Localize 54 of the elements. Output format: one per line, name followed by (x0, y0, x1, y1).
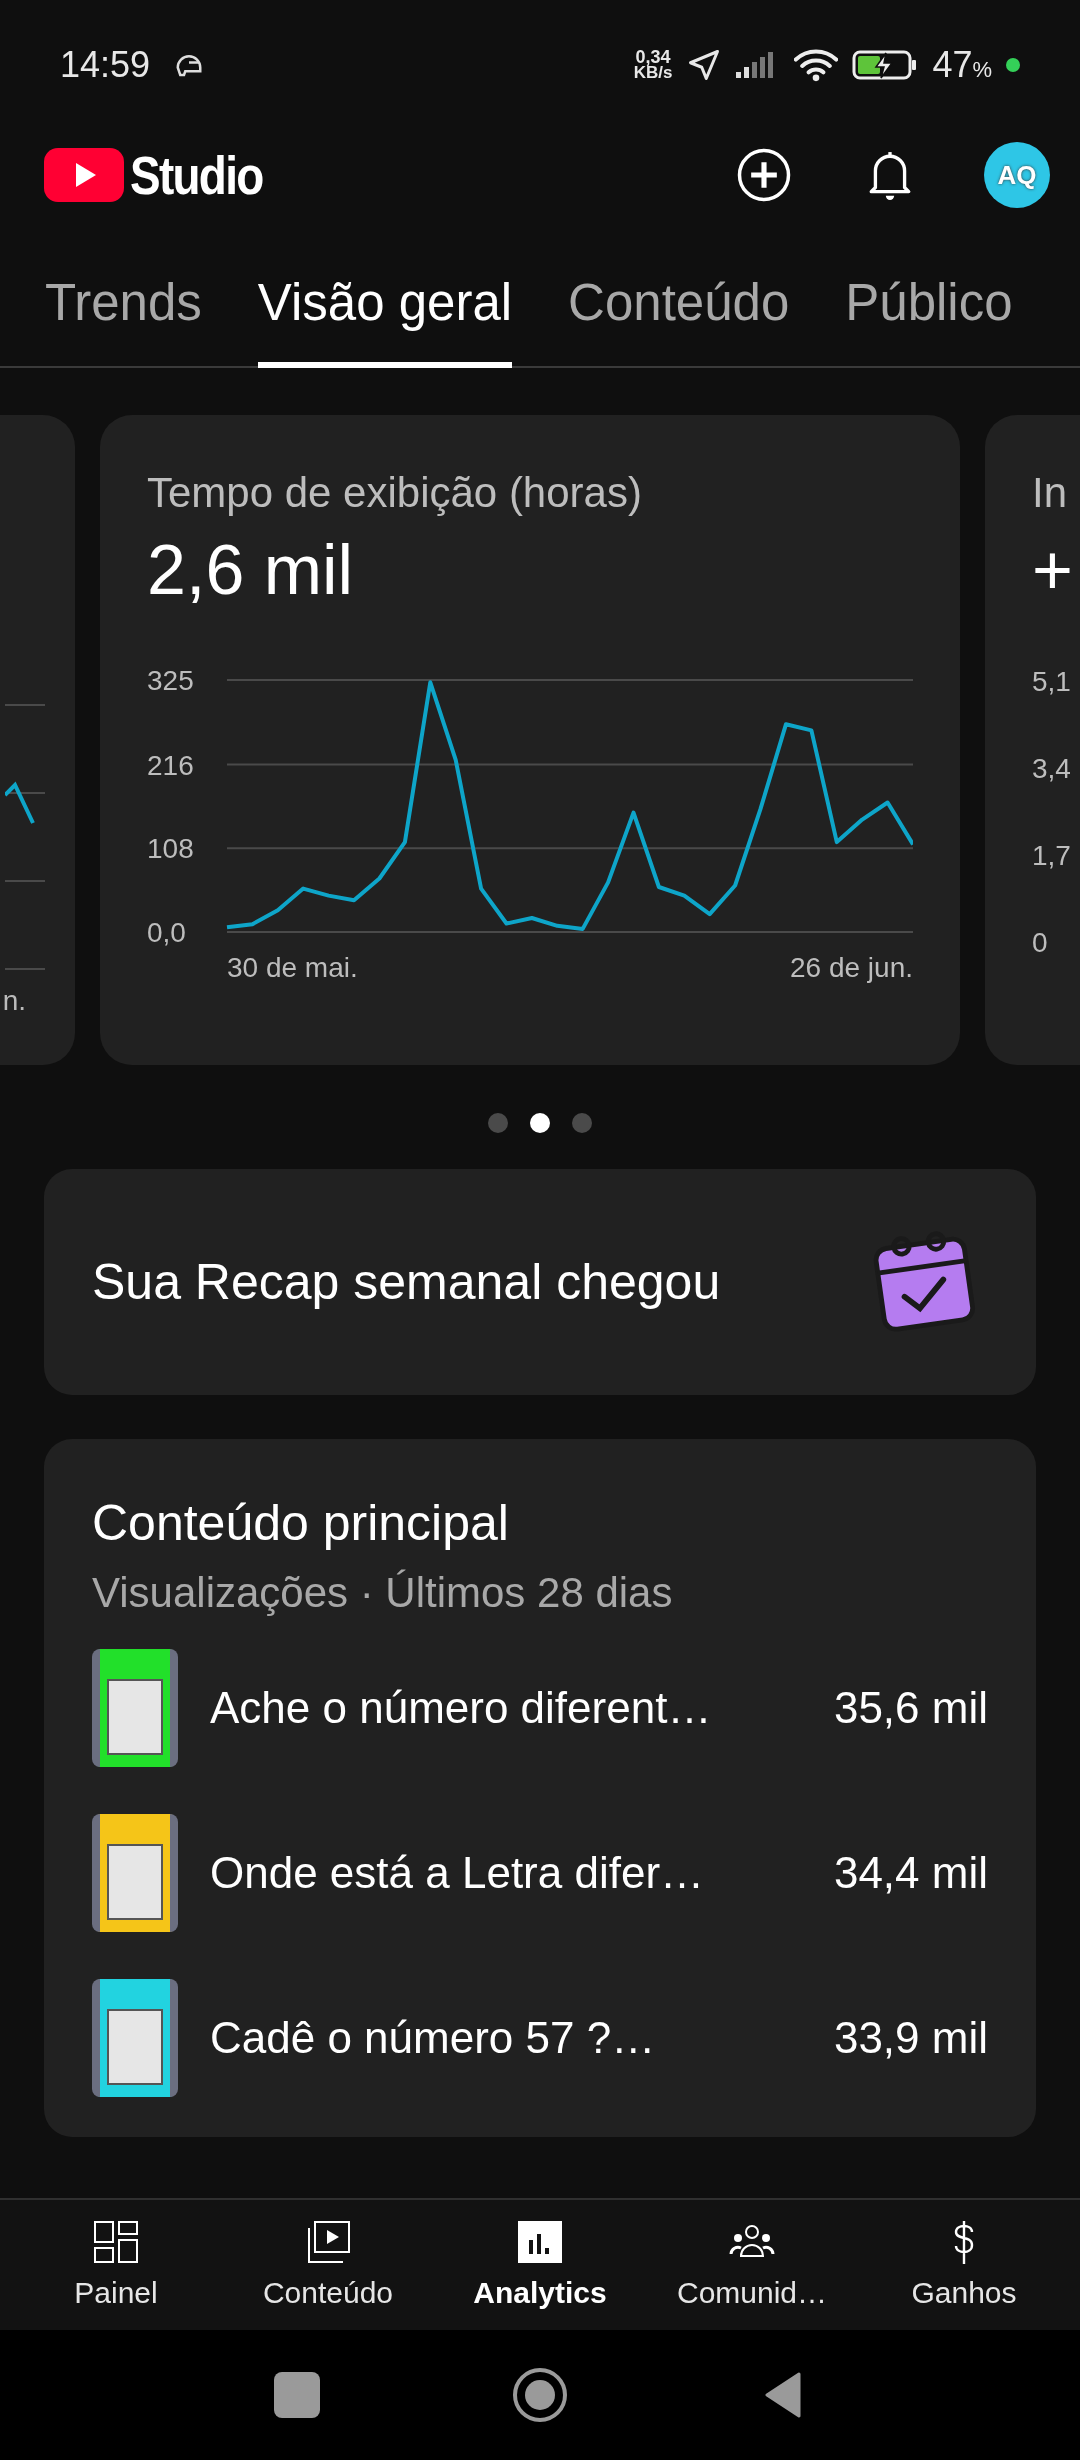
y-axis-label: 3,4 (1032, 752, 1071, 785)
section-title: Conteúdo principal (92, 1494, 510, 1553)
video-title: Ache o número diferent… (210, 1682, 713, 1734)
wifi-icon (794, 48, 839, 82)
y-axis-label: 0 (1032, 926, 1048, 959)
tab[interactable]: Trends (45, 240, 202, 366)
tab[interactable]: Conteúdo (568, 240, 790, 366)
y-axis-label: 216 (147, 749, 194, 781)
y-axis-label: 108 (147, 833, 194, 865)
nav-tab[interactable]: Ganhos (864, 2220, 1064, 2310)
video-title: Cadê o número 57 ?… (210, 2012, 657, 2064)
battery-charging-icon (852, 48, 919, 82)
tab[interactable]: Público (845, 240, 1013, 366)
view-count: 33,9 mil (833, 2012, 988, 2064)
home-circle-icon (512, 2367, 568, 2423)
nav-tab[interactable]: Painel (16, 2220, 216, 2310)
stat-card[interactable]: n. (0, 415, 75, 1065)
card-value: + (1032, 530, 1073, 611)
battery-percent: 47 (932, 43, 973, 87)
percent-sign: % (972, 56, 992, 84)
speed-unit: KB/s (633, 65, 673, 81)
stat-card[interactable]: In + 5,1 3,4 1,7 0 (985, 415, 1080, 1065)
plus-circle-icon (736, 147, 792, 203)
section-subtitle: Visualizações · Últimos 28 dias (92, 1568, 674, 1618)
card-value: 2,6 mil (147, 530, 355, 611)
video-row[interactable]: Ache o número diferent… 35,6 mil (92, 1649, 988, 1767)
nav-tab[interactable]: Analytics (440, 2220, 640, 2310)
x-axis-label: 30 de mai. (227, 952, 358, 983)
tab[interactable]: Visão geral (257, 240, 513, 366)
y-axis-label: 1,7 (1032, 839, 1071, 872)
back-triangle-icon (763, 2372, 803, 2418)
video-row[interactable]: Onde está a Letra difer… 34,4 mil (92, 1814, 988, 1932)
recap-text: Sua Recap semanal chegou (92, 1252, 721, 1312)
view-count: 34,4 mil (833, 1847, 988, 1899)
nav-tab[interactable]: Comunid… (652, 2220, 852, 2310)
x-axis-label: 26 de jun. (790, 952, 913, 983)
logo-text: Studio (130, 148, 263, 202)
recap-card[interactable]: Sua Recap semanal chegou (44, 1169, 1036, 1395)
home-button[interactable] (510, 2365, 570, 2425)
axis-label: n. (2, 984, 26, 1018)
view-count: 35,6 mil (833, 1682, 988, 1734)
nav-tab[interactable]: Conteúdo (228, 2220, 428, 2310)
video-title: Onde está a Letra difer… (210, 1847, 706, 1899)
play-logo-icon (44, 148, 124, 202)
video-row[interactable]: Cadê o número 57 ?… 33,9 mil (92, 1979, 988, 2097)
card-title: In (1032, 468, 1068, 518)
y-axis-label: 5,1 (1032, 665, 1071, 698)
recents-button[interactable] (274, 2372, 320, 2418)
clock-time: 14:59 (60, 43, 151, 87)
card-title: Tempo de exibição (horas) (147, 468, 643, 518)
stat-card[interactable]: Tempo de exibição (horas) 2,6 mil 0,0 108 216 325 30 de mai. 26 de jun. (100, 415, 960, 1065)
y-axis-label: 325 (147, 665, 194, 696)
y-axis-label: 0,0 (147, 917, 186, 948)
network-speed: 0,34 (635, 49, 671, 65)
